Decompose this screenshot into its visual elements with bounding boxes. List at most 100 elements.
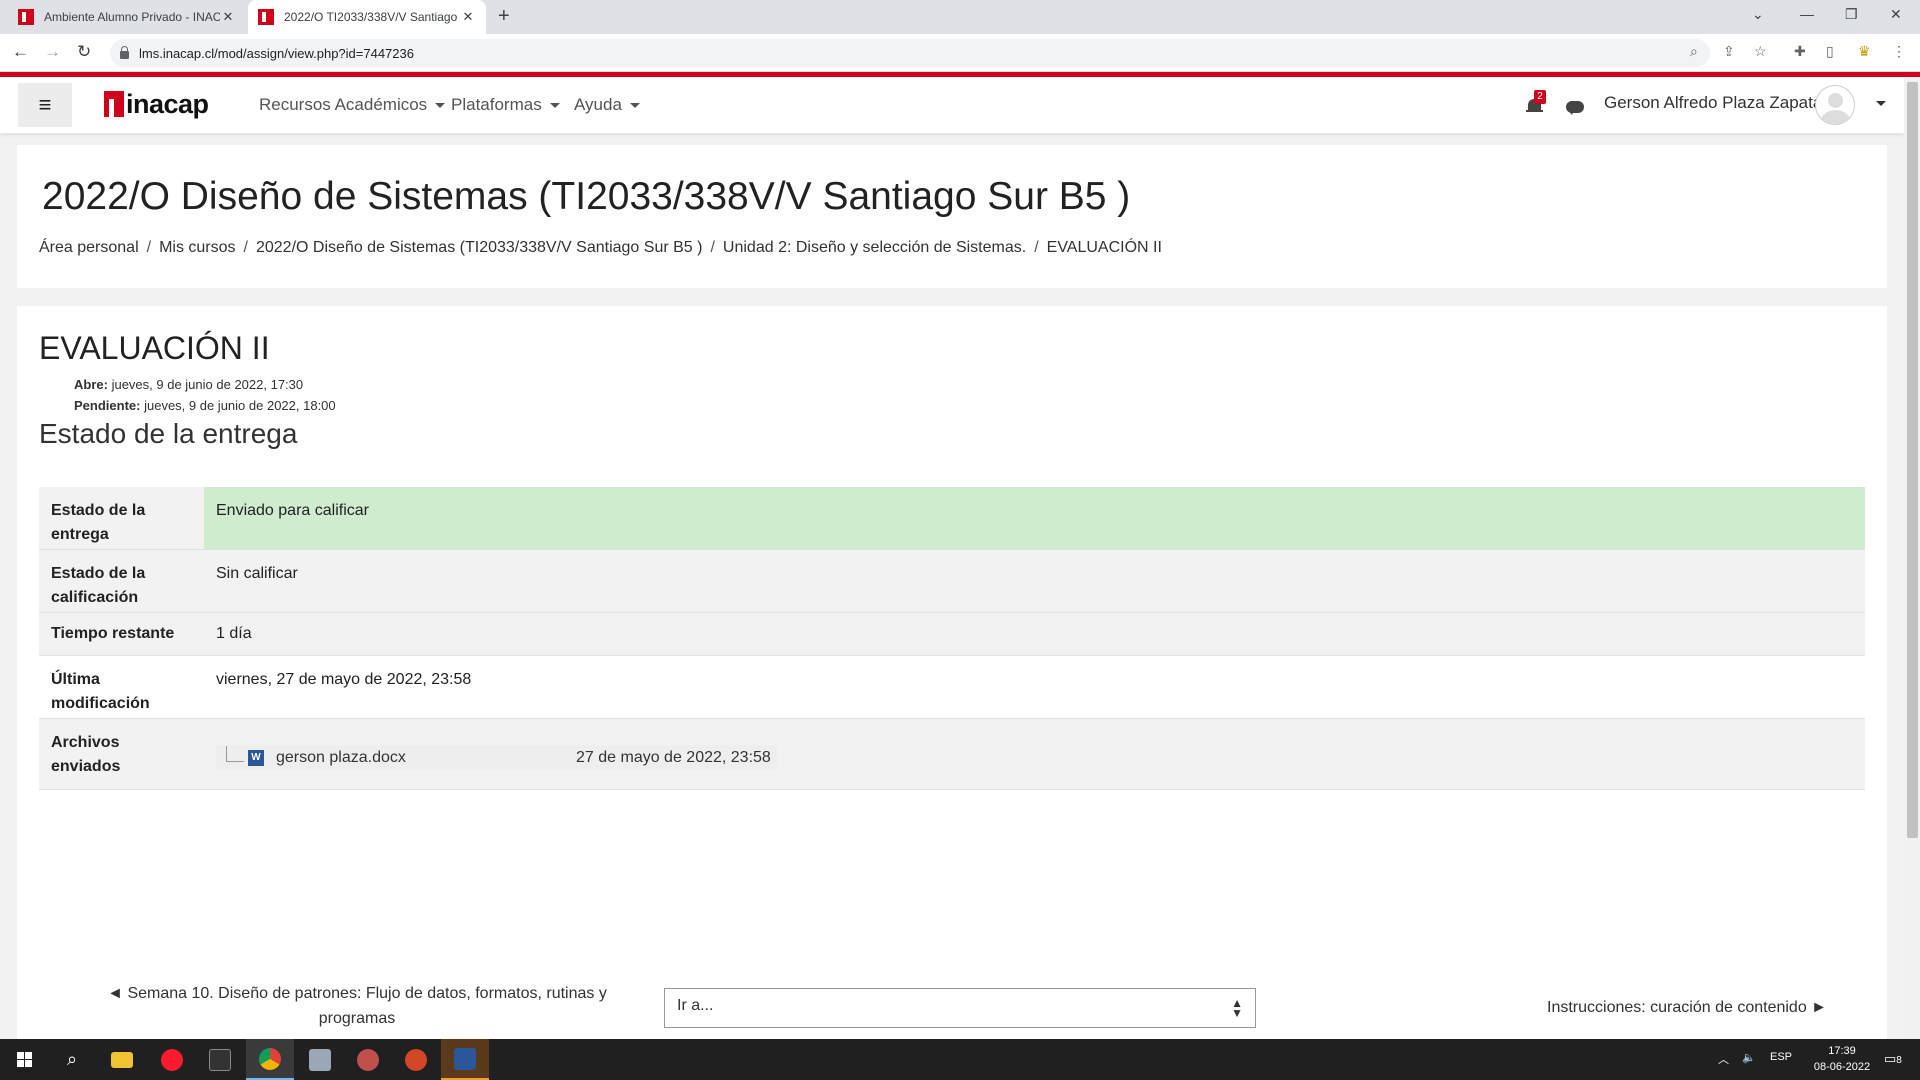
volume-icon[interactable]: 🔈: [1742, 1051, 1756, 1064]
menu-plataformas[interactable]: Plataformas: [451, 95, 560, 115]
table-row: Tiempo restante 1 día: [39, 613, 1865, 656]
drawer-toggle-button[interactable]: ≡: [18, 83, 72, 127]
app-icon[interactable]: [344, 1039, 392, 1080]
tab-title: Ambiente Alumno Privado - INACAP: [44, 10, 220, 24]
notification-badge: 2: [1534, 90, 1546, 104]
address-bar[interactable]: lms.inacap.cl/mod/assign/view.php?id=744…: [110, 39, 1710, 67]
windows-taskbar: ⌕ ︿ 🔈 ESP 17:39 08-06-2022 ▭8: [0, 1039, 1920, 1080]
action-center-icon[interactable]: ▭8: [1884, 1051, 1902, 1067]
assignment-dates: Abre: jueves, 9 de junio de 2022, 17:30 …: [74, 374, 336, 416]
select-arrows-icon: ▲ ▼: [1231, 996, 1243, 1020]
clock[interactable]: 17:39 08-06-2022: [1812, 1043, 1872, 1075]
submission-status-table: Estado de la entrega Enviado para califi…: [39, 487, 1865, 790]
word-document-icon: W: [248, 749, 264, 766]
row-value: Sin calificar: [204, 550, 1865, 612]
logo-mark-icon: [104, 91, 124, 117]
jump-to-select[interactable]: Ir a... ▲ ▼: [664, 988, 1256, 1028]
assignment-title: EVALUACIÓN II: [39, 330, 270, 366]
scrollbar-thumb[interactable]: [1907, 82, 1918, 838]
tray-chevron-icon[interactable]: ︿: [1718, 1051, 1729, 1067]
restore-icon[interactable]: ❐: [1845, 6, 1858, 23]
user-name[interactable]: Gerson Alfredo Plaza Zapata: [1604, 93, 1822, 113]
breadcrumb-item[interactable]: 2022/O Diseño de Sistemas (TI2033/338V/V…: [256, 239, 702, 257]
caret-down-icon: [629, 102, 640, 108]
close-tab-icon[interactable]: ✕: [460, 9, 476, 25]
next-activity-link[interactable]: Instrucciones: curación de contenido ►: [1547, 999, 1827, 1017]
browser-toolbar: ← → ↻ lms.inacap.cl/mod/assign/view.php?…: [0, 34, 1920, 72]
bookmark-star-icon[interactable]: ☆: [1754, 43, 1767, 60]
side-panel-icon[interactable]: ▯: [1826, 43, 1834, 60]
row-label: Última modificación: [39, 656, 204, 718]
start-button[interactable]: [0, 1039, 48, 1080]
site-navbar: ≡ inacap Recursos Académicos Plataformas…: [0, 77, 1904, 133]
status-badge: Enviado para calificar: [204, 487, 1865, 549]
row-value: W gerson plaza.docx 27 de mayo de 2022, …: [204, 719, 1865, 789]
inacap-logo[interactable]: inacap: [104, 89, 209, 119]
new-tab-button[interactable]: +: [498, 5, 510, 28]
close-tab-icon[interactable]: ✕: [220, 9, 236, 25]
inacap-favicon-icon: [258, 9, 274, 25]
table-row: Archivos enviados W gerson plaza.docx 27…: [39, 719, 1865, 790]
jump-to-placeholder: Ir a...: [677, 997, 714, 1014]
reload-icon[interactable]: ↻: [77, 42, 91, 62]
share-icon[interactable]: ⇪: [1723, 43, 1735, 60]
breadcrumb-item[interactable]: Mis cursos: [159, 239, 235, 257]
lock-icon: [120, 46, 129, 59]
page-title: 2022/O Diseño de Sistemas (TI2033/338V/V…: [42, 175, 1131, 218]
tree-branch-icon: [226, 745, 244, 762]
menu-recursos-academicos[interactable]: Recursos Académicos: [259, 95, 446, 115]
row-value: 1 día: [204, 613, 1865, 655]
user-menu-caret-icon[interactable]: [1876, 101, 1886, 106]
menu-ayuda[interactable]: Ayuda: [574, 95, 640, 115]
file-date: 27 de mayo de 2022, 23:58: [576, 748, 771, 766]
input-language[interactable]: ESP: [1770, 1051, 1792, 1063]
breadcrumb-item-current[interactable]: EVALUACIÓN II: [1047, 239, 1162, 257]
avatar[interactable]: [1815, 85, 1855, 125]
table-row: Estado de la calificación Sin calificar: [39, 550, 1865, 613]
menu-label: Plataformas: [451, 95, 542, 114]
search-icon[interactable]: ⌕: [48, 1039, 96, 1080]
previous-activity-link[interactable]: ◄ Semana 10. Diseño de patrones: Flujo d…: [97, 981, 617, 1031]
due-label: Pendiente:: [74, 398, 141, 413]
close-window-icon[interactable]: ✕: [1890, 6, 1902, 23]
back-icon[interactable]: ←: [12, 42, 29, 62]
breadcrumb-item[interactable]: Unidad 2: Diseño y selección de Sistemas…: [723, 239, 1026, 257]
inacap-favicon-icon: [18, 9, 34, 25]
table-row: Última modificación viernes, 27 de mayo …: [39, 656, 1865, 719]
messages-chat-icon[interactable]: [1566, 101, 1584, 115]
table-row: Estado de la entrega Enviado para califi…: [39, 487, 1865, 550]
menu-label: Recursos Académicos: [259, 95, 428, 114]
file-explorer-icon[interactable]: [98, 1039, 146, 1080]
minimize-icon[interactable]: —: [1800, 6, 1814, 22]
file-name-link[interactable]: gerson plaza.docx: [276, 746, 576, 770]
breadcrumb-item[interactable]: Área personal: [39, 239, 139, 257]
opera-icon[interactable]: [148, 1039, 196, 1080]
powerpoint-icon[interactable]: [392, 1039, 440, 1080]
epic-games-icon[interactable]: [196, 1039, 244, 1080]
browser-tabstrip: Ambiente Alumno Privado - INACAP ✕ 2022/…: [0, 0, 1920, 34]
clock-date: 08-06-2022: [1813, 1061, 1871, 1073]
hamburger-icon: ≡: [38, 92, 52, 117]
row-label: Archivos enviados: [39, 719, 204, 789]
caret-down-icon: [435, 102, 446, 108]
page-header: 2022/O Diseño de Sistemas (TI2033/338V/V…: [17, 145, 1887, 288]
submitted-file[interactable]: W gerson plaza.docx 27 de mayo de 2022, …: [216, 745, 777, 770]
tab-search-icon[interactable]: ⌄: [1752, 6, 1764, 23]
app-icon[interactable]: [296, 1039, 344, 1080]
forward-icon[interactable]: →: [44, 42, 61, 62]
tab-title: 2022/O TI2033/338V/V Santiago Sur B5: [284, 10, 460, 24]
zoom-icon[interactable]: ⌕: [1690, 43, 1698, 60]
chrome-icon[interactable]: [246, 1039, 294, 1080]
browser-menu-icon[interactable]: ⋮: [1892, 43, 1906, 60]
row-label: Estado de la entrega: [39, 487, 204, 549]
extensions-icon[interactable]: ✚: [1794, 43, 1806, 60]
clock-time: 17:39: [1828, 1045, 1856, 1057]
browser-tab-active[interactable]: 2022/O TI2033/338V/V Santiago Sur B5 ✕: [248, 0, 486, 34]
logo-text: inacap: [126, 88, 209, 119]
browser-tab[interactable]: Ambiente Alumno Privado - INACAP ✕: [8, 0, 246, 34]
breadcrumb-separator: /: [710, 239, 715, 256]
opens-value: jueves, 9 de junio de 2022, 17:30: [111, 377, 304, 392]
profile-icon[interactable]: ♛: [1858, 43, 1871, 60]
word-icon[interactable]: [441, 1039, 489, 1080]
breadcrumb-separator: /: [243, 239, 248, 256]
